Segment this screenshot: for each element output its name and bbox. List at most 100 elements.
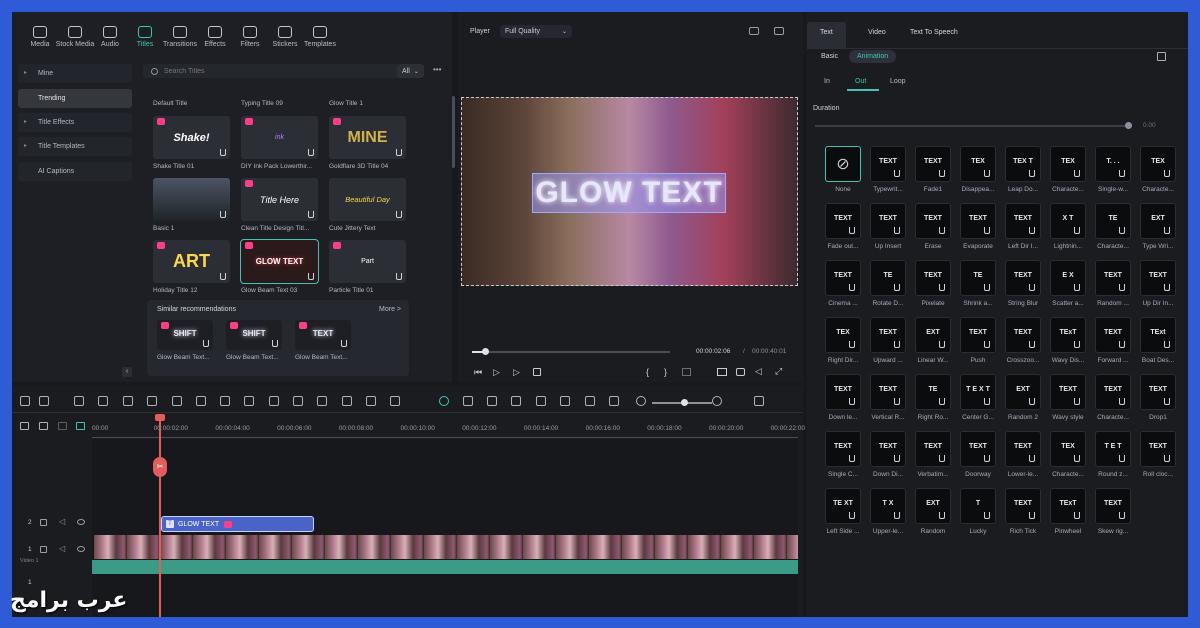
download-icon[interactable] <box>1164 227 1170 234</box>
download-icon[interactable] <box>1119 227 1125 234</box>
title-item-label[interactable]: Particle Title 01 <box>329 287 409 294</box>
mute-icon[interactable]: ◁ <box>59 544 65 553</box>
title-item-label[interactable]: Default Title <box>153 100 233 107</box>
title-item-label[interactable]: Clean Title Design Titl... <box>241 225 321 232</box>
download-icon[interactable] <box>1074 512 1080 519</box>
similar-more-link[interactable]: More > <box>379 306 401 313</box>
media-tab-titles[interactable]: Titles <box>125 26 165 48</box>
animation-preset[interactable]: TE <box>1095 203 1131 239</box>
render-icon[interactable] <box>487 396 497 406</box>
title-thumbnail[interactable]: ink <box>241 116 318 159</box>
animation-preset[interactable]: TEXT <box>1095 488 1131 524</box>
nav-item-title-effects[interactable]: ▸ Title Effects <box>18 113 132 132</box>
download-icon[interactable] <box>1119 341 1125 348</box>
download-icon[interactable] <box>1074 170 1080 177</box>
delete-icon[interactable] <box>123 396 133 406</box>
quality-dropdown[interactable]: Full Quality ⌄ <box>500 25 572 38</box>
animation-preset[interactable]: TEXT <box>825 431 861 467</box>
download-icon[interactable] <box>1164 170 1170 177</box>
download-icon[interactable] <box>849 284 855 291</box>
search-input[interactable] <box>164 67 384 75</box>
duration-value[interactable]: 0.00 <box>1143 122 1156 129</box>
download-icon[interactable] <box>1119 455 1125 462</box>
download-icon[interactable] <box>849 341 855 348</box>
download-icon[interactable] <box>1029 341 1035 348</box>
animation-preset[interactable]: TEXT <box>915 431 951 467</box>
download-icon[interactable] <box>894 227 900 234</box>
panel-tab-text-to-speech[interactable]: Text To Speech <box>897 22 971 48</box>
select-icon[interactable] <box>39 396 49 406</box>
download-icon[interactable] <box>1074 341 1080 348</box>
prev-frame-icon[interactable]: ⏮ <box>474 367 482 378</box>
title-thumbnail[interactable]: Shake! <box>153 116 230 159</box>
download-icon[interactable] <box>849 227 855 234</box>
title-thumbnail[interactable]: GLOW TEXT <box>240 239 319 284</box>
animation-preset[interactable]: EXT <box>915 488 951 524</box>
video-clip-filmstrip[interactable] <box>94 535 798 559</box>
text-tool-icon[interactable] <box>220 396 230 406</box>
download-icon[interactable] <box>1029 227 1035 234</box>
ai-icon[interactable] <box>439 396 449 406</box>
image-icon[interactable] <box>774 27 784 35</box>
media-tab-audio[interactable]: Audio <box>90 26 130 48</box>
media-tab-templates[interactable]: Templates <box>300 26 340 48</box>
animation-preset[interactable]: TEXT <box>1095 374 1131 410</box>
redo-icon[interactable] <box>98 396 108 406</box>
download-icon[interactable] <box>1029 284 1035 291</box>
animation-preset[interactable]: TEXT <box>870 431 906 467</box>
mark-in-icon[interactable]: { <box>646 367 649 377</box>
more-icon[interactable]: ••• <box>433 65 441 74</box>
download-icon[interactable] <box>894 455 900 462</box>
animation-preset[interactable]: T <box>960 488 996 524</box>
mic-icon[interactable] <box>536 396 546 406</box>
audio-clip[interactable] <box>92 560 798 574</box>
animation-preset[interactable]: TEXT <box>1005 431 1041 467</box>
animation-preset[interactable]: TEXT <box>870 146 906 182</box>
similar-item-label[interactable]: Glow Beam Text... <box>295 354 355 361</box>
keyframe-icon[interactable] <box>317 396 327 406</box>
title-item-label[interactable]: Holiday Title 12 <box>153 287 233 294</box>
download-icon[interactable] <box>984 170 990 177</box>
download-icon[interactable] <box>894 284 900 291</box>
download-icon[interactable] <box>849 512 855 519</box>
mark-out-icon[interactable]: } <box>664 367 667 377</box>
download-icon[interactable] <box>220 273 226 280</box>
animation-preset[interactable]: TExT <box>1050 317 1086 353</box>
animation-preset[interactable]: TEXT <box>915 203 951 239</box>
speed-icon[interactable] <box>196 396 206 406</box>
title-clip[interactable]: T GLOW TEXT <box>161 516 314 532</box>
rectangle-icon[interactable] <box>244 396 254 406</box>
similar-thumbnail[interactable]: TEXT <box>295 320 351 350</box>
duration-slider-handle[interactable] <box>1125 122 1132 129</box>
title-thumbnail[interactable]: Beautiful Day <box>329 178 406 221</box>
download-icon[interactable] <box>984 284 990 291</box>
split-scissors-icon[interactable]: ✂ <box>153 457 167 477</box>
freeze-icon[interactable] <box>366 396 376 406</box>
zoom-out-icon[interactable] <box>636 396 646 406</box>
download-icon[interactable] <box>308 149 314 156</box>
animation-preset[interactable]: TEXT <box>870 203 906 239</box>
seek-bar[interactable] <box>472 351 670 353</box>
mute-icon[interactable]: ◁ <box>59 517 65 526</box>
download-icon[interactable] <box>1029 170 1035 177</box>
title-item-label[interactable]: Cute Jittery Text <box>329 225 409 232</box>
animation-preset[interactable]: TE XT <box>825 488 861 524</box>
animation-preset[interactable]: TEXT <box>1050 374 1086 410</box>
media-tab-media[interactable]: Media <box>20 26 60 48</box>
camera-icon[interactable] <box>736 368 745 376</box>
snap-icon[interactable] <box>76 422 85 430</box>
collapse-arrow-icon[interactable]: ‹ <box>122 367 132 377</box>
download-icon[interactable] <box>396 211 402 218</box>
media-tab-effects[interactable]: Effects <box>195 26 235 48</box>
animation-preset[interactable]: TEXT <box>825 260 861 296</box>
replace-icon[interactable] <box>585 396 595 406</box>
animation-preset[interactable]: TEX <box>1050 431 1086 467</box>
download-icon[interactable] <box>894 512 900 519</box>
animation-preset[interactable]: TE <box>915 374 951 410</box>
similar-item-label[interactable]: Glow Beam Text... <box>157 354 217 361</box>
animation-preset[interactable]: TEXT <box>1095 260 1131 296</box>
download-icon[interactable] <box>1074 398 1080 405</box>
seek-handle[interactable] <box>482 348 489 355</box>
download-icon[interactable] <box>939 170 945 177</box>
animation-preset[interactable]: X T <box>1050 203 1086 239</box>
